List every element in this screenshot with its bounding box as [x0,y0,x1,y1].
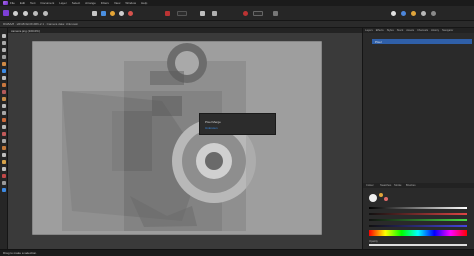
tool-option-icon[interactable] [273,11,278,16]
menu-select[interactable]: Select [72,1,80,5]
zoom-tool-icon[interactable] [2,48,6,52]
document-tab-title: camera.png (100.0%) [11,28,40,33]
secondary-color-circle[interactable] [379,193,383,197]
text-tool-icon[interactable] [2,167,6,171]
flood-select-tool-icon[interactable] [2,69,6,73]
quick-mask-icon[interactable] [165,11,170,16]
layer-name: Pixel [375,39,382,44]
menu-file[interactable]: File [10,1,15,5]
smudge-tool-icon[interactable] [2,146,6,150]
assistant-icon[interactable] [212,11,217,16]
status-bar: Drag to make a selection. [0,249,474,256]
crop-tool-icon[interactable] [2,55,6,59]
tab-colour[interactable]: Colour [366,184,374,187]
status-text: Drag to make a selection. [3,251,38,255]
menu-document[interactable]: Document [41,1,55,5]
develop-persona-icon[interactable] [23,11,28,16]
shape-tool-icon[interactable] [2,160,6,164]
tab-stock[interactable]: Stock [397,29,404,32]
camera-photo-image [32,41,322,235]
menu-help[interactable]: Help [141,1,147,5]
settings-icon[interactable] [431,11,436,16]
luminosity-slider[interactable] [369,207,467,209]
toolbar [0,6,474,21]
fill-tool-icon[interactable] [2,104,6,108]
snapping-icon[interactable] [200,11,205,16]
app-window: File Edit Text Document Layer Select Arr… [0,0,474,256]
popup-title: Pixel Merge [205,120,221,124]
tone-mapping-persona-icon[interactable] [33,11,38,16]
selection-box[interactable] [177,11,187,16]
tools-panel [0,28,8,249]
primary-color-circle[interactable] [369,194,377,202]
right-panel: Layers Effects Styles Stock Assets Chann… [362,28,474,249]
brush-preview-box[interactable] [253,11,263,16]
color-spectrum[interactable] [369,230,467,236]
sync-icon[interactable] [101,11,106,16]
tab-channels[interactable]: Channels [417,29,428,32]
tab-effects[interactable]: Effects [376,29,384,32]
swatch-icon[interactable] [411,11,416,16]
menu-layer[interactable]: Layer [59,1,67,5]
paint-brush-tool-icon[interactable] [2,83,6,87]
tab-assets[interactable]: Assets [406,29,414,32]
menu-text[interactable]: Text [30,1,36,5]
quick-mask-toggle-icon[interactable] [243,11,248,16]
tab-layers[interactable]: Layers [365,29,373,32]
adjustment-icon[interactable] [110,11,115,16]
menu-arrange[interactable]: Arrange [85,1,96,5]
alternate-color-circle[interactable] [384,197,388,201]
mesh-warp-tool-icon[interactable] [2,174,6,178]
color-picker-tool-icon[interactable] [2,181,6,185]
liquify-persona-icon[interactable] [13,11,18,16]
tab-styles[interactable]: Styles [387,29,394,32]
menu-view[interactable]: View [114,1,120,5]
popup-subtitle[interactable]: Unknown [205,126,218,130]
document-canvas[interactable] [32,41,322,235]
context-toolbar: RGBA/8 · sRGB IEC61966-2.1 · Camera data… [0,21,474,28]
tab-stroke[interactable]: Stroke [394,184,402,187]
tab-navigator[interactable]: Navigator [442,29,453,32]
navigator-icon[interactable] [421,11,426,16]
tab-history[interactable]: History [431,29,439,32]
layer-row[interactable]: Pixel [372,39,472,44]
view-icon[interactable] [391,11,396,16]
layers-panel-tabs: Layers Effects Styles Stock Assets Chann… [363,28,474,33]
tab-swatches[interactable]: Swatches [380,184,391,187]
tab-brushes[interactable]: Brushes [406,184,416,187]
menu-edit[interactable]: Edit [20,1,25,5]
document-info-text: RGBA/8 · sRGB IEC61966-2.1 · Camera data… [3,22,79,26]
pen-tool-icon[interactable] [2,153,6,157]
move-tool-icon[interactable] [2,34,6,38]
export-persona-icon[interactable] [43,11,48,16]
menu-filters[interactable]: Filters [101,1,109,5]
menu-window[interactable]: Window [125,1,136,5]
green-slider[interactable] [369,219,467,221]
red-eye-tool-icon[interactable] [2,132,6,136]
dodge-tool-icon[interactable] [2,118,6,122]
blur-tool-icon[interactable] [2,139,6,143]
merge-popup: Pixel Merge Unknown [199,113,276,135]
clone-tool-icon[interactable] [2,125,6,129]
move-tool-icon[interactable] [92,11,97,16]
opacity-slider[interactable] [369,244,467,246]
colour-panel-tabs: Colour Swatches Stroke Brushes [363,183,474,188]
erase-tool-icon[interactable] [2,97,6,101]
pixel-tool-icon[interactable] [2,90,6,94]
contrast-icon[interactable] [119,11,124,16]
primary-color-swatch[interactable] [2,188,6,192]
stock-icon[interactable] [401,11,406,16]
marquee-tool-icon[interactable] [2,76,6,80]
selection-brush-tool-icon[interactable] [2,62,6,66]
blue-slider[interactable] [369,225,467,227]
photo-persona-icon[interactable] [3,10,9,16]
opacity-label: Opacity [369,240,378,243]
gradient-tool-icon[interactable] [2,111,6,115]
live-filter-icon[interactable] [128,11,133,16]
app-logo-icon [3,1,8,5]
view-tool-icon[interactable] [2,41,6,45]
red-slider[interactable] [369,213,467,215]
